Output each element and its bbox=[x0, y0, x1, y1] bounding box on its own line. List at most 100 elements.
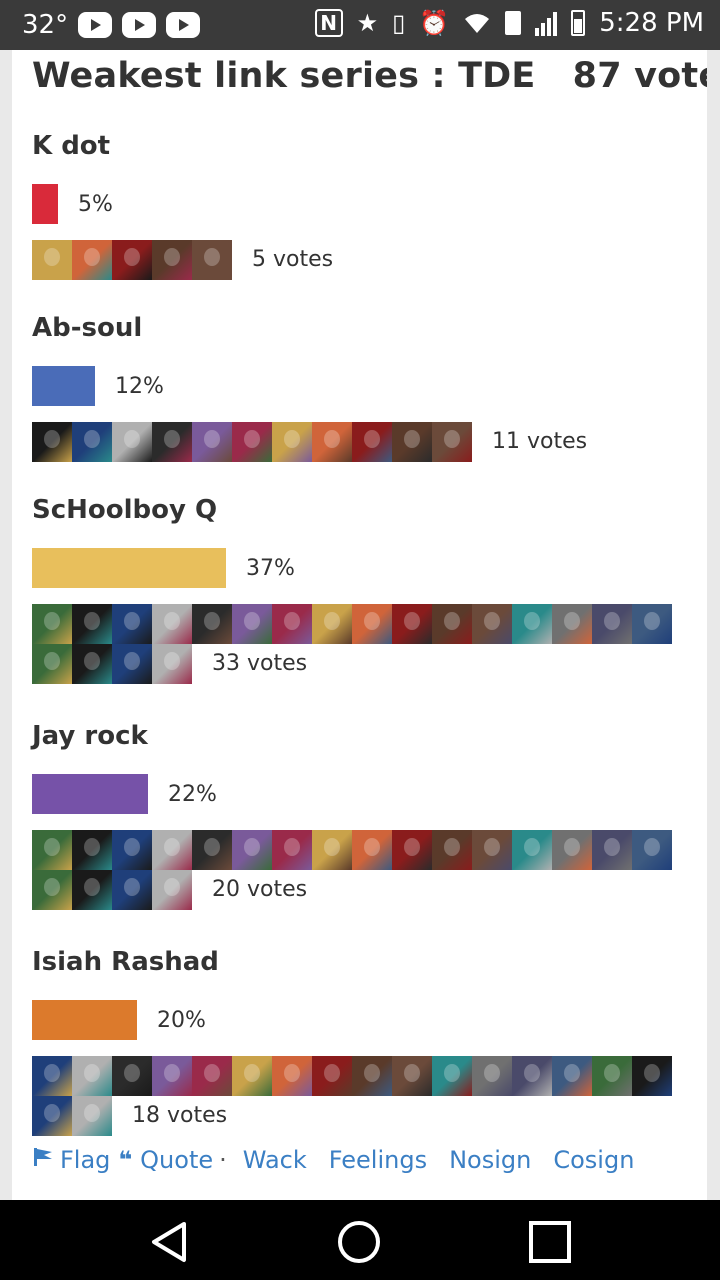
vote-count[interactable]: 33 votes bbox=[212, 644, 307, 684]
poll-option[interactable]: Jay rock 22% 20 votes bbox=[32, 718, 677, 910]
poll-option[interactable]: Isiah Rashad 20% 18 votes bbox=[32, 944, 677, 1136]
voter-avatar[interactable] bbox=[192, 240, 232, 280]
vote-count[interactable]: 11 votes bbox=[492, 422, 587, 462]
poll-option[interactable]: ScHoolboy Q 37% 33 votes bbox=[32, 492, 677, 684]
flag-link[interactable]: Flag bbox=[32, 1146, 110, 1174]
cosign-link[interactable]: Cosign bbox=[553, 1146, 634, 1174]
voter-avatar[interactable] bbox=[72, 1096, 112, 1136]
voter-avatar[interactable] bbox=[512, 830, 552, 870]
voter-avatar[interactable] bbox=[632, 1056, 672, 1096]
quote-label: Quote bbox=[140, 1146, 214, 1174]
voter-avatar[interactable] bbox=[192, 1056, 232, 1096]
voter-avatar[interactable] bbox=[152, 1056, 192, 1096]
voter-avatar[interactable] bbox=[112, 240, 152, 280]
option-name: ScHoolboy Q bbox=[32, 495, 218, 525]
voter-avatar[interactable] bbox=[272, 604, 312, 644]
voter-avatar[interactable] bbox=[632, 604, 672, 644]
voter-avatar[interactable] bbox=[432, 604, 472, 644]
voter-avatar[interactable] bbox=[112, 644, 152, 684]
recents-icon[interactable] bbox=[528, 1220, 572, 1264]
voter-avatar[interactable] bbox=[512, 1056, 552, 1096]
poll-option[interactable]: K dot 5% 5 votes bbox=[32, 128, 677, 280]
voter-avatar[interactable] bbox=[352, 422, 392, 462]
voter-avatar[interactable] bbox=[32, 604, 72, 644]
voter-avatar[interactable] bbox=[312, 422, 352, 462]
voter-avatar[interactable] bbox=[392, 604, 432, 644]
voter-avatar[interactable] bbox=[112, 870, 152, 910]
voter-avatar[interactable] bbox=[512, 604, 552, 644]
voter-avatar[interactable] bbox=[472, 604, 512, 644]
voter-avatar[interactable] bbox=[112, 830, 152, 870]
poll-option[interactable]: Ab-soul 12% 11 votes bbox=[32, 310, 677, 462]
voter-avatar[interactable] bbox=[352, 830, 392, 870]
voter-avatar[interactable] bbox=[272, 830, 312, 870]
voter-avatar[interactable] bbox=[232, 1056, 272, 1096]
voter-avatar[interactable] bbox=[272, 422, 312, 462]
voter-avatar[interactable] bbox=[472, 830, 512, 870]
voter-avatar[interactable] bbox=[552, 604, 592, 644]
voter-avatar[interactable] bbox=[152, 830, 192, 870]
voter-avatar[interactable] bbox=[32, 830, 72, 870]
voter-avatar[interactable] bbox=[352, 1056, 392, 1096]
voter-avatar[interactable] bbox=[32, 422, 72, 462]
wack-link[interactable]: Wack bbox=[243, 1146, 307, 1174]
voter-avatar[interactable] bbox=[592, 1056, 632, 1096]
voter-avatar[interactable] bbox=[32, 644, 72, 684]
voter-avatar[interactable] bbox=[152, 604, 192, 644]
voter-avatar[interactable] bbox=[152, 644, 192, 684]
voter-avatar[interactable] bbox=[32, 1056, 72, 1096]
voter-avatar[interactable] bbox=[72, 830, 112, 870]
voter-avatar[interactable] bbox=[232, 422, 272, 462]
vote-count[interactable]: 20 votes bbox=[212, 870, 307, 910]
voter-avatar[interactable] bbox=[72, 1056, 112, 1096]
voter-avatar[interactable] bbox=[192, 422, 232, 462]
voter-avatar[interactable] bbox=[192, 830, 232, 870]
voter-avatar[interactable] bbox=[232, 830, 272, 870]
voter-avatar[interactable] bbox=[432, 830, 472, 870]
voter-avatar[interactable] bbox=[232, 604, 272, 644]
voter-avatar[interactable] bbox=[552, 1056, 592, 1096]
voter-avatar[interactable] bbox=[152, 240, 192, 280]
vote-count[interactable]: 18 votes bbox=[132, 1096, 227, 1136]
voter-avatars: 5 votes bbox=[32, 240, 677, 280]
voter-avatar[interactable] bbox=[272, 1056, 312, 1096]
back-icon[interactable] bbox=[148, 1220, 192, 1264]
voter-avatar[interactable] bbox=[112, 422, 152, 462]
youtube-icon bbox=[122, 12, 157, 38]
voter-avatar[interactable] bbox=[72, 604, 112, 644]
voter-avatar[interactable] bbox=[72, 240, 112, 280]
voter-avatar[interactable] bbox=[552, 830, 592, 870]
voter-avatar[interactable] bbox=[392, 1056, 432, 1096]
voter-avatar[interactable] bbox=[32, 1096, 72, 1136]
voter-avatar[interactable] bbox=[32, 870, 72, 910]
quote-link[interactable]: ❝ Quote bbox=[118, 1146, 213, 1174]
star-icon: ★ bbox=[356, 9, 379, 37]
voter-avatar[interactable] bbox=[72, 870, 112, 910]
voter-avatar[interactable] bbox=[392, 422, 432, 462]
voter-avatar[interactable] bbox=[592, 604, 632, 644]
voter-avatar[interactable] bbox=[32, 240, 72, 280]
feelings-link[interactable]: Feelings bbox=[329, 1146, 427, 1174]
voter-avatar[interactable] bbox=[72, 644, 112, 684]
voter-avatar[interactable] bbox=[592, 830, 632, 870]
vote-count[interactable]: 5 votes bbox=[252, 240, 333, 280]
voter-avatar[interactable] bbox=[392, 830, 432, 870]
poll-title: Weakest link series : TDE 87 votes bbox=[32, 56, 707, 96]
voter-avatar[interactable] bbox=[312, 1056, 352, 1096]
voter-avatar[interactable] bbox=[312, 830, 352, 870]
voter-avatar[interactable] bbox=[312, 604, 352, 644]
voter-avatar[interactable] bbox=[632, 830, 672, 870]
voter-avatar[interactable] bbox=[112, 1056, 152, 1096]
voter-avatar[interactable] bbox=[152, 870, 192, 910]
home-icon[interactable] bbox=[337, 1220, 381, 1264]
voter-avatar[interactable] bbox=[472, 1056, 512, 1096]
voter-avatar[interactable] bbox=[352, 604, 392, 644]
voter-avatar[interactable] bbox=[432, 422, 472, 462]
voter-avatar[interactable] bbox=[72, 422, 112, 462]
voter-avatar[interactable] bbox=[152, 422, 192, 462]
percent-bar bbox=[32, 184, 58, 224]
voter-avatar[interactable] bbox=[432, 1056, 472, 1096]
voter-avatar[interactable] bbox=[192, 604, 232, 644]
voter-avatar[interactable] bbox=[112, 604, 152, 644]
nosign-link[interactable]: Nosign bbox=[449, 1146, 531, 1174]
